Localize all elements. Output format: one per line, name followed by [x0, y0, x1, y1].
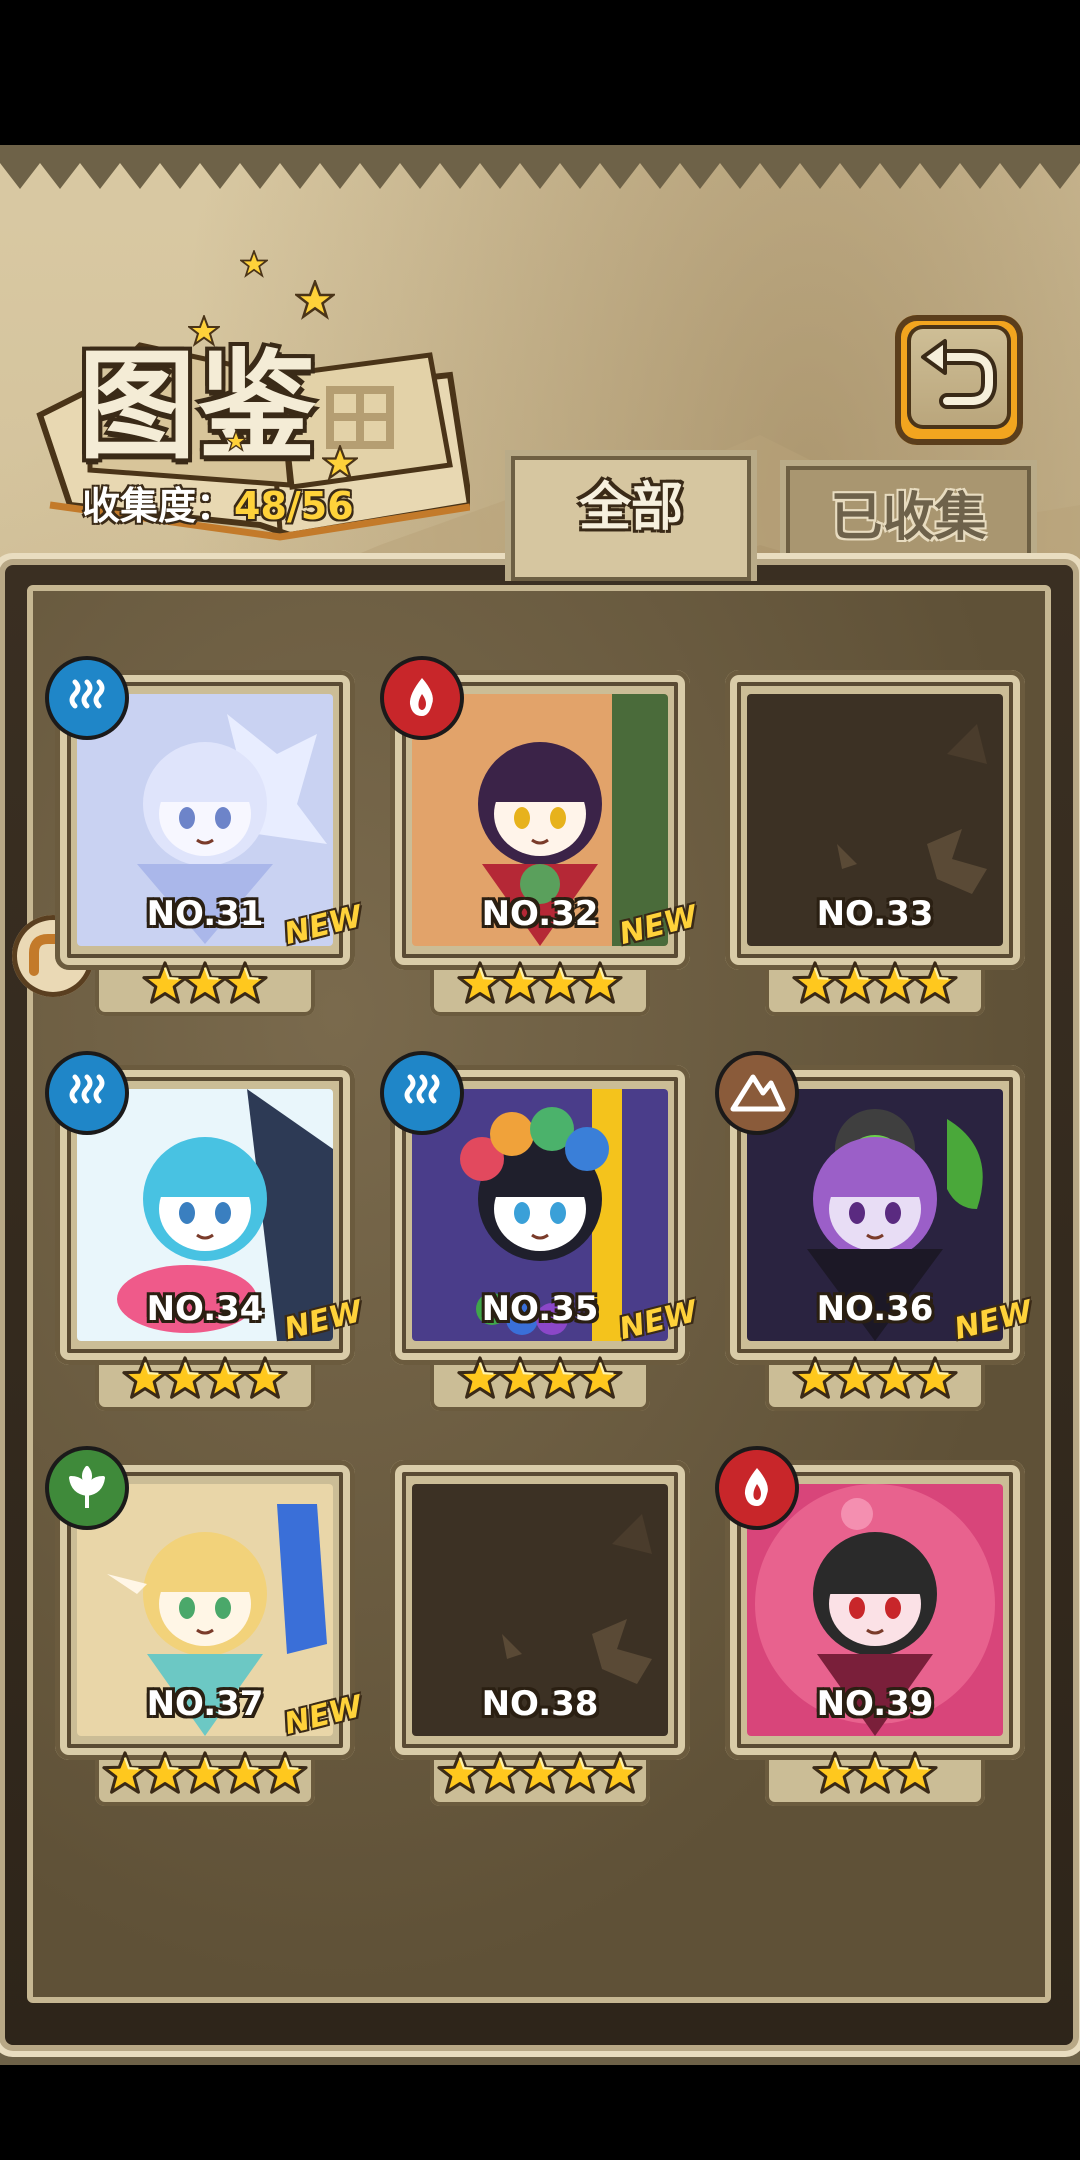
star-rating — [390, 1355, 690, 1413]
star-rating — [55, 1750, 355, 1808]
codex-card-no-31[interactable]: NO.31 NEW — [49, 660, 366, 1016]
top-zigzag-border — [0, 145, 1080, 189]
codex-card-no-38[interactable]: NO.38 — [390, 1460, 690, 1806]
star-rating — [55, 1355, 355, 1413]
star-icon — [912, 961, 958, 1004]
star-rating — [55, 960, 355, 1018]
star-rating — [725, 960, 1025, 1018]
return-arrow-icon — [921, 339, 997, 409]
water-element-icon — [49, 1055, 125, 1131]
fire-element-icon — [384, 660, 460, 736]
sparkle-star-icon — [188, 315, 220, 347]
star-icon — [222, 961, 268, 1004]
star-icon — [577, 961, 623, 1004]
sparkle-star-icon — [240, 250, 268, 278]
water-element-icon — [49, 660, 125, 736]
codex-card-no-32[interactable]: NO.32 NEW — [384, 660, 701, 1016]
star-icon — [242, 1356, 288, 1399]
star-rating — [390, 1750, 690, 1808]
tab-all[interactable]: 全部 — [505, 450, 757, 581]
fire-element-icon — [719, 1450, 795, 1526]
star-rating — [725, 1355, 1025, 1413]
collection-progress: 收集度：48/56 — [82, 475, 354, 530]
star-icon — [597, 1751, 643, 1794]
wood-element-icon — [49, 1450, 125, 1526]
codex-card-no-34[interactable]: NO.34 NEW — [49, 1055, 366, 1411]
earth-element-icon — [719, 1055, 795, 1131]
back-button[interactable] — [895, 315, 1023, 445]
star-rating — [725, 1750, 1025, 1808]
codex-card-no-39[interactable]: NO.39 — [719, 1450, 1025, 1806]
tab-collected[interactable]: 已收集 — [780, 460, 1037, 576]
card-number: NO.39 — [816, 1684, 934, 1724]
star-icon — [262, 1751, 308, 1794]
star-icon — [912, 1356, 958, 1399]
codex-card-no-37[interactable]: NO.37 NEW — [49, 1450, 366, 1806]
codex-screen: 图鉴 收集度：48/56 已收集 全部 NO.31 NEW NO.32 NEW … — [0, 145, 1080, 2065]
codex-card-no-33[interactable]: NO.33 — [725, 670, 1025, 1016]
sparkle-star-icon — [225, 430, 247, 452]
water-element-icon — [384, 1055, 460, 1131]
codex-card-no-36[interactable]: NO.36 NEW — [719, 1055, 1036, 1411]
star-icon — [577, 1356, 623, 1399]
star-rating — [390, 960, 690, 1018]
progress-label: 收集度： — [82, 484, 235, 528]
progress-value: 48/56 — [234, 484, 354, 528]
codex-card-no-35[interactable]: NO.35 NEW — [384, 1055, 701, 1411]
card-number: NO.38 — [481, 1684, 599, 1724]
sparkle-star-icon — [295, 280, 335, 320]
card-number: NO.33 — [816, 894, 934, 934]
star-icon — [892, 1751, 938, 1794]
